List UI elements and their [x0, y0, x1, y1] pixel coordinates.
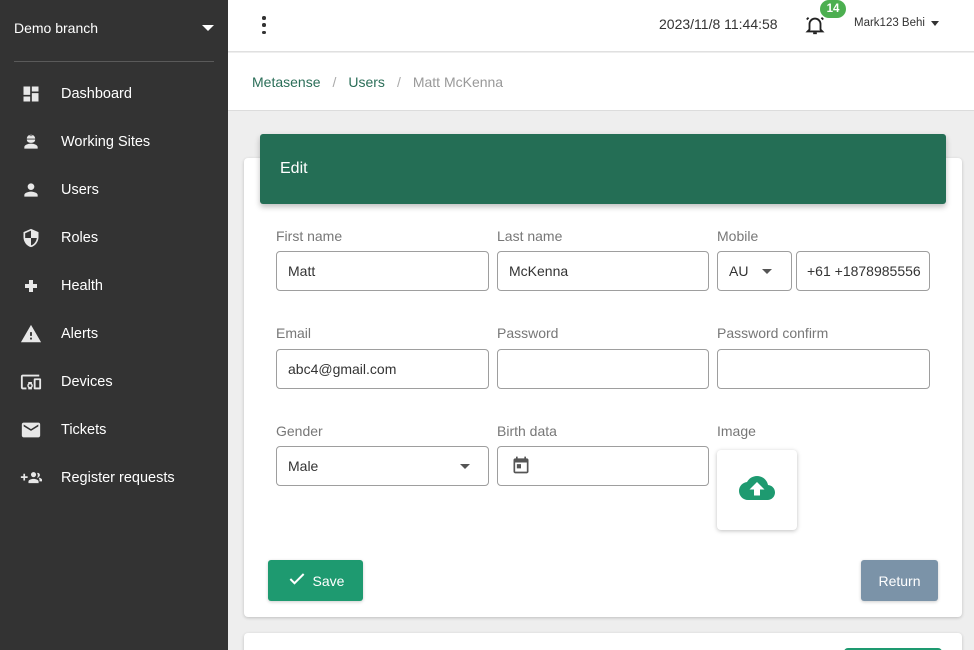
mobile-number-field[interactable]: +61 +1878985556 — [796, 251, 930, 291]
sidebar-item-label: Devices — [61, 374, 113, 390]
breadcrumb-root[interactable]: Metasense — [252, 74, 320, 90]
notification-badge: 14 — [820, 0, 846, 18]
user-name: Mark123 Behi — [854, 17, 925, 29]
edit-header: Edit — [260, 134, 946, 204]
password-confirm-field[interactable] — [717, 349, 930, 389]
breadcrumb-current: Matt McKenna — [412, 73, 504, 90]
save-button[interactable]: Save — [268, 560, 363, 601]
sidebar-item-register-requests[interactable]: Register requests — [0, 454, 228, 502]
mobile-country-select[interactable]: AU — [717, 251, 792, 291]
sidebar-item-label: Dashboard — [61, 86, 132, 102]
return-button[interactable]: Return — [861, 560, 938, 601]
password-confirm-label: Password confirm — [717, 325, 829, 341]
sidebar-item-alerts[interactable]: Alerts — [0, 310, 228, 358]
mobile-label: Mobile — [717, 228, 759, 244]
sidebar-item-label: Users — [61, 182, 99, 198]
last-name-label: Last name — [497, 228, 563, 244]
breadcrumb-separator: / — [396, 73, 401, 90]
email-label: Email — [276, 325, 312, 341]
sidebar-item-users[interactable]: Users — [0, 166, 228, 214]
cloud-upload-icon — [739, 470, 775, 511]
worker-icon — [20, 131, 42, 153]
sidebar-item-devices[interactable]: Devices — [0, 358, 228, 406]
sidebar-item-label: Health — [61, 278, 103, 294]
shield-icon — [20, 227, 42, 249]
sidebar: Demo branch Dashboard Working Sites User… — [0, 0, 228, 650]
image-label: Image — [717, 423, 756, 439]
more-vert-icon[interactable] — [258, 16, 270, 34]
gender-value: Male — [288, 458, 319, 474]
sidebar-item-tickets[interactable]: Tickets — [0, 406, 228, 454]
first-name-label: First name — [276, 228, 343, 244]
image-upload-button[interactable] — [717, 450, 797, 530]
breadcrumb-separator: / — [332, 73, 337, 90]
last-name-field[interactable]: McKenna — [497, 251, 709, 291]
sidebar-item-roles[interactable]: Roles — [0, 214, 228, 262]
edit-title: Edit — [280, 160, 308, 177]
user-menu[interactable]: Mark123 Behi — [854, 17, 939, 29]
breadcrumb: Metasense / Users / Matt McKenna — [228, 53, 974, 111]
gender-select[interactable]: Male — [276, 446, 489, 486]
sidebar-item-label: Register requests — [61, 470, 175, 486]
mobile-country-value: AU — [729, 263, 749, 279]
dashboard-icon — [20, 83, 42, 105]
sidebar-item-label: Alerts — [61, 326, 99, 342]
mail-icon — [20, 419, 42, 441]
first-name-field[interactable]: Matt — [276, 251, 489, 291]
chevron-down-icon — [762, 269, 772, 274]
warning-icon — [20, 323, 42, 345]
notification-bell-icon[interactable] — [804, 14, 826, 36]
breadcrumb-users[interactable]: Users — [348, 74, 385, 90]
first-name-value: Matt — [288, 263, 316, 279]
secondary-card — [244, 633, 962, 650]
sidebar-item-label: Roles — [61, 230, 99, 246]
password-label: Password — [497, 325, 559, 341]
sidebar-item-label: Working Sites — [61, 134, 151, 150]
last-name-value: McKenna — [509, 263, 569, 279]
sidebar-item-label: Tickets — [61, 422, 107, 438]
sidebar-divider — [14, 61, 214, 62]
sidebar-item-working-sites[interactable]: Working Sites — [0, 118, 228, 166]
devices-icon — [20, 371, 42, 393]
branch-selector[interactable]: Demo branch — [0, 0, 228, 56]
mobile-number-value: +61 +1878985556 — [807, 263, 921, 279]
email-field[interactable]: abc4@gmail.com — [276, 349, 489, 389]
gender-label: Gender — [276, 423, 323, 439]
password-field[interactable] — [497, 349, 709, 389]
return-button-label: Return — [878, 572, 921, 589]
current-datetime: 2023/11/8 11:44:58 — [659, 16, 778, 32]
birth-date-label: Birth data — [497, 423, 557, 439]
sidebar-item-health[interactable]: Health — [0, 262, 228, 310]
check-icon — [287, 569, 313, 592]
plus-icon — [20, 275, 42, 297]
email-value: abc4@gmail.com — [288, 361, 397, 377]
chevron-down-icon — [202, 25, 214, 31]
birth-date-field[interactable] — [497, 446, 709, 486]
sidebar-item-dashboard[interactable]: Dashboard — [0, 70, 228, 118]
calendar-icon[interactable] — [511, 455, 531, 478]
save-button-label: Save — [312, 572, 345, 589]
chevron-down-icon — [460, 464, 470, 469]
topbar: 2023/11/8 11:44:58 14 Mark123 Behi — [228, 0, 974, 52]
group-add-icon — [20, 467, 42, 489]
chevron-down-icon — [930, 20, 939, 26]
branch-name: Demo branch — [14, 20, 99, 36]
person-icon — [20, 179, 42, 201]
